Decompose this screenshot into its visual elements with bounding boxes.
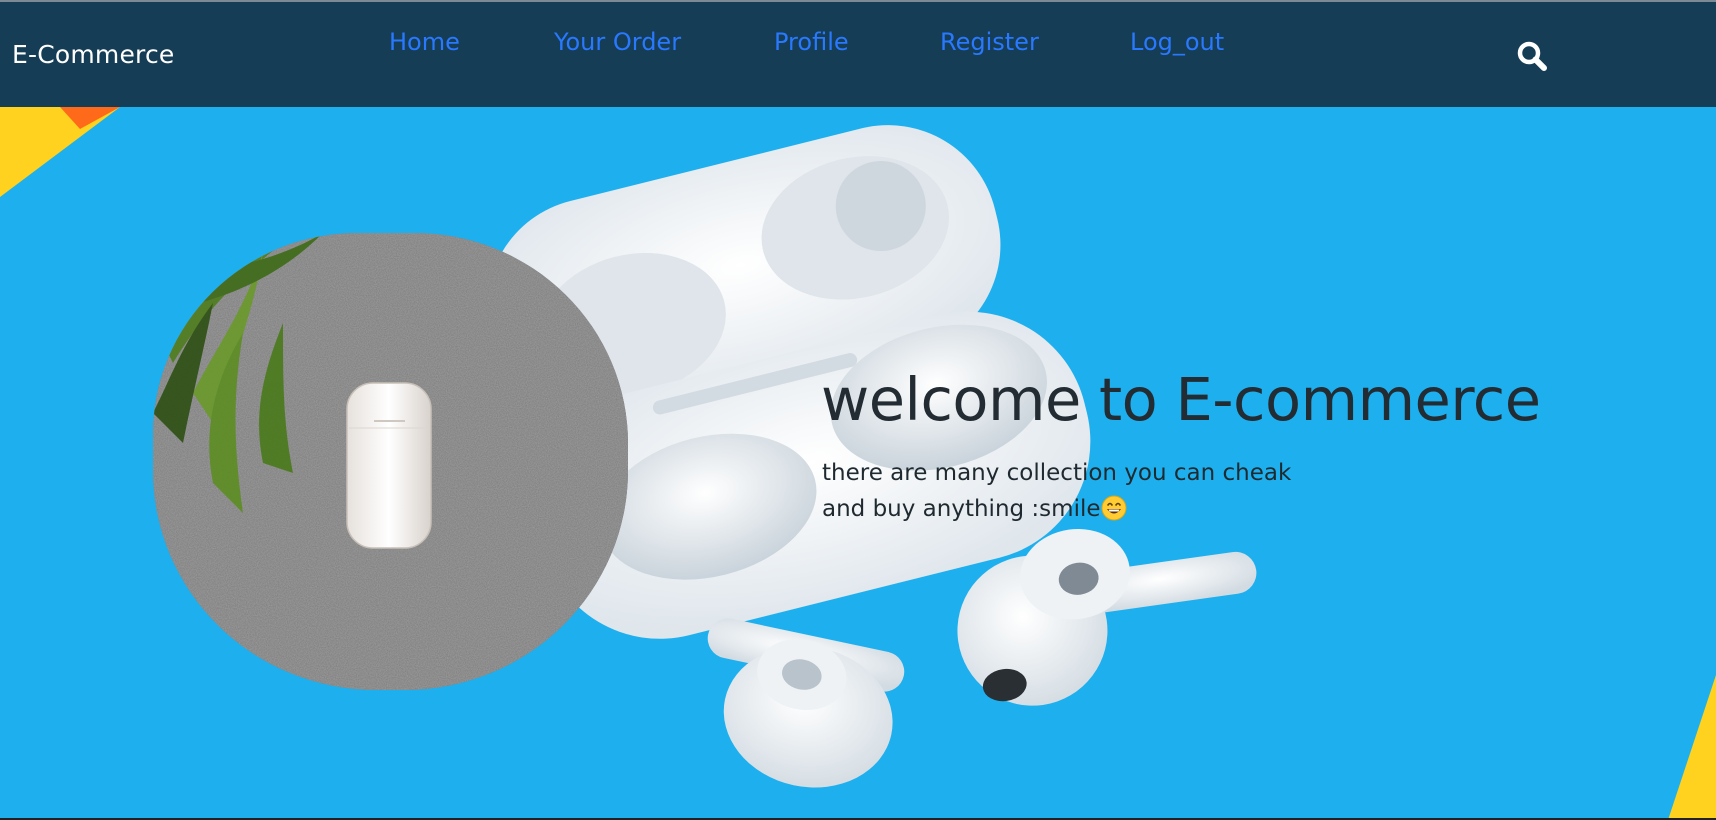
hero-subtitle: there are many collection you can cheak … — [822, 455, 1342, 527]
page: E-Commerce Home Your Order Profile Regis… — [0, 0, 1716, 820]
hero-subtitle-line2: and buy anything :smile — [822, 496, 1101, 522]
hero-title: welcome to E-commerce — [821, 365, 1541, 434]
nav-link-profile[interactable]: Profile — [774, 28, 849, 56]
nav-link-logout[interactable]: Log_out — [1130, 28, 1224, 56]
nav-link-register[interactable]: Register — [940, 28, 1039, 56]
grinning-face-icon — [1101, 495, 1127, 521]
nav-link-your-order[interactable]: Your Order — [554, 28, 681, 56]
hero-subtitle-line1: there are many collection you can cheak — [822, 460, 1292, 486]
nav-link-home[interactable]: Home — [389, 28, 460, 56]
brand-logo[interactable]: E-Commerce — [12, 40, 175, 69]
search-icon[interactable] — [1516, 40, 1550, 74]
navbar: E-Commerce Home Your Order Profile Regis… — [0, 2, 1716, 107]
product-image — [153, 233, 628, 690]
